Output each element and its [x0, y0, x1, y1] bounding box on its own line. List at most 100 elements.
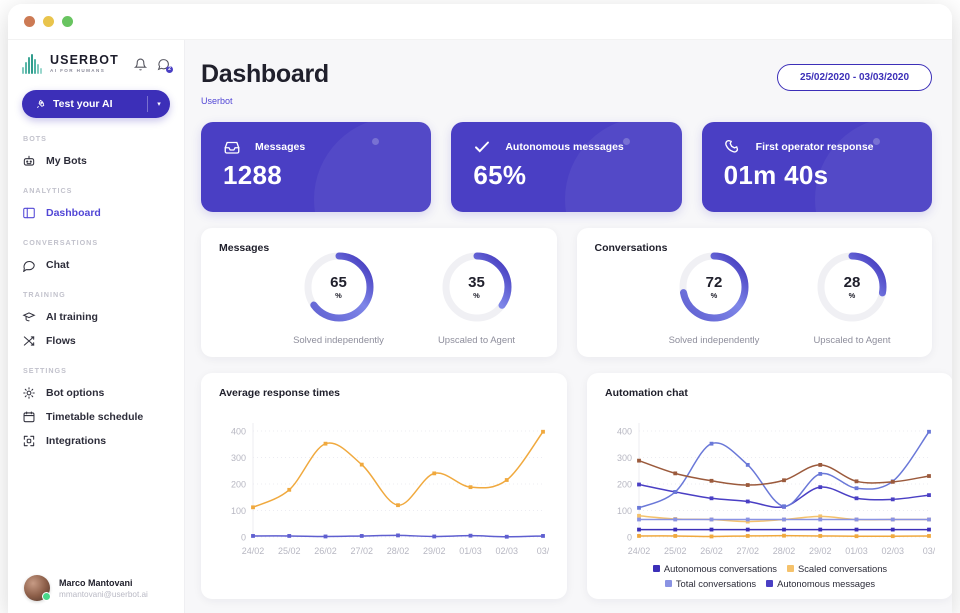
- sidebar-item-label: AI training: [46, 311, 98, 323]
- calendar-icon: [22, 410, 36, 424]
- svg-text:24/02: 24/02: [242, 546, 265, 556]
- sidebar-item-dashboard[interactable]: Dashboard: [22, 202, 170, 224]
- sidebar-item-my-bots[interactable]: My Bots: [22, 150, 170, 172]
- app-root: USERBOT AI FOR HUMANS 2 Test your AI ▾ B…: [0, 0, 960, 613]
- sidebar-item-chat[interactable]: Chat: [22, 254, 170, 276]
- svg-text:26/02: 26/02: [700, 546, 723, 556]
- svg-text:01/03: 01/03: [459, 546, 482, 556]
- chat-icon[interactable]: 2: [157, 58, 173, 73]
- svg-text:27/02: 27/02: [350, 546, 373, 556]
- stat-card-first-operator-response: First operator response 01m 40s: [701, 122, 932, 212]
- donut-group: 65% Solved independently 35% Upscaled to Ag…: [219, 250, 539, 347]
- chart-card-average-response-times: Average response times 0 100 200 300 400 24/02…: [201, 373, 567, 599]
- donut-card-conversations: Conversations 72% Solved independently 28% U…: [576, 228, 932, 357]
- donut-value: 72: [705, 273, 723, 291]
- svg-text:100: 100: [617, 506, 632, 516]
- donut-caption: Solved independently: [668, 335, 760, 346]
- donut-caption: Upscaled to Agent: [437, 335, 516, 346]
- chevron-down-icon[interactable]: ▾: [148, 100, 170, 108]
- phone-icon: [724, 138, 742, 156]
- user-profile[interactable]: Marco Mantovani mmantovani@userbot.ai: [8, 575, 185, 601]
- profile-name: Marco Mantovani: [59, 577, 133, 588]
- test-your-ai-label: Test your AI: [53, 98, 113, 110]
- stat-card-label: First operator response: [755, 141, 874, 153]
- legend-item[interactable]: Autonomous conversations: [652, 563, 777, 574]
- page-header-left: Dashboard Userbot: [201, 60, 329, 106]
- sidebar: USERBOT AI FOR HUMANS 2 Test your AI ▾ B…: [8, 40, 185, 613]
- donut-chart: 72%: [677, 250, 751, 324]
- donut-card-messages: Messages 65% Solved independently 35% Upscal…: [201, 228, 557, 357]
- avatar: [24, 575, 51, 601]
- donut-chart: 65%: [302, 250, 376, 324]
- robot-icon: [22, 154, 36, 168]
- chat-badge: 2: [166, 65, 173, 73]
- donut-caption: Upscaled to Agent: [813, 335, 891, 346]
- legend-item[interactable]: Scaled conversations: [786, 563, 887, 574]
- legend-label: Autonomous messages: [777, 578, 876, 589]
- chart-card-row: Average response times 0 100 200 300 400 24/02…: [201, 373, 952, 599]
- window-minimize-button[interactable]: [43, 16, 54, 27]
- stat-card-messages: Messages 1288: [201, 122, 432, 212]
- sidebar-item-label: Dashboard: [46, 207, 101, 219]
- donut-caption: Solved independently: [293, 335, 384, 346]
- graduation-cap-icon: [22, 310, 36, 324]
- check-icon: [473, 138, 491, 156]
- chart-plot: 0 100 200 300 400 24/02 25/02 26/02 27/02 28/02 29…: [605, 411, 935, 561]
- browser-window: USERBOT AI FOR HUMANS 2 Test your AI ▾ B…: [8, 4, 952, 613]
- svg-text:25/02: 25/02: [278, 546, 301, 556]
- donut-chart: 35%: [440, 250, 514, 324]
- donut-group: 72% Solved independently 28% Upscaled to Ag…: [595, 250, 915, 347]
- stat-card-label: Autonomous messages: [505, 141, 624, 153]
- app-body: USERBOT AI FOR HUMANS 2 Test your AI ▾ B…: [8, 40, 952, 613]
- svg-text:02/03: 02/03: [881, 546, 904, 556]
- svg-text:26/02: 26/02: [314, 546, 337, 556]
- userbot-logo-icon: [22, 54, 44, 74]
- sidebar-item-integrations[interactable]: Integrations: [22, 430, 170, 452]
- window-maximize-button[interactable]: [62, 16, 73, 27]
- sidebar-item-bot-options[interactable]: Bot options: [22, 382, 170, 404]
- sidebar-nav: BOTS My Bots ANALYTICS Dashboard CONVERSATIO…: [8, 134, 184, 452]
- donut-unit: %: [473, 290, 480, 300]
- brand-name: USERBOT: [50, 53, 119, 68]
- chart-plot: 0 100 200 300 400 24/02 25/02 26/02 27/02 28/02 29…: [219, 411, 549, 561]
- donut-item: 65% Solved independently: [283, 250, 395, 347]
- svg-text:300: 300: [617, 453, 632, 463]
- legend-swatch: [652, 565, 660, 572]
- sidebar-header-icons: 2: [134, 58, 173, 73]
- stat-card-top: Messages: [223, 138, 431, 156]
- sidebar-item-flows[interactable]: Flows: [22, 330, 170, 352]
- donut-value: 28: [843, 273, 861, 291]
- donut-value: 35: [468, 273, 485, 291]
- stat-cards: Messages 1288 Autonomous messages 65% First …: [201, 122, 932, 212]
- donut-item: 35% Upscaled to Agent: [421, 250, 533, 347]
- bell-icon[interactable]: [134, 58, 147, 71]
- main-content: Dashboard Userbot 25/02/2020 - 03/03/202…: [185, 40, 952, 613]
- test-your-ai-button[interactable]: Test your AI ▾: [22, 90, 170, 118]
- svg-text:28/02: 28/02: [773, 546, 796, 556]
- card-title: Automation chat: [605, 387, 688, 399]
- window-close-button[interactable]: [24, 16, 35, 27]
- date-range-picker[interactable]: 25/02/2020 - 03/03/2020: [777, 64, 932, 91]
- page-title: Dashboard: [201, 60, 329, 88]
- svg-text:29/02: 29/02: [809, 546, 832, 556]
- svg-text:25/02: 25/02: [664, 546, 687, 556]
- sidebar-item-timetable-schedule[interactable]: Timetable schedule: [22, 406, 170, 428]
- profile-text: Marco Mantovani mmantovani@userbot.ai: [59, 577, 148, 600]
- sidebar-item-ai-training[interactable]: AI training: [22, 306, 170, 328]
- rocket-icon: [35, 99, 46, 110]
- sidebar-item-label: Integrations: [46, 435, 107, 447]
- legend-item[interactable]: Autonomous messages: [766, 578, 875, 589]
- donut-value: 65: [330, 273, 347, 291]
- legend-item[interactable]: Total conversations: [664, 578, 756, 589]
- nav-caption-settings: SETTINGS: [23, 366, 67, 375]
- sidebar-item-label: Bot options: [46, 387, 105, 399]
- chart-card-automation-chat: Automation chat 0 100 200 300 400 24/02 25/02 26…: [587, 373, 952, 599]
- svg-text:27/02: 27/02: [736, 546, 759, 556]
- svg-text:28/02: 28/02: [387, 546, 410, 556]
- svg-text:400: 400: [231, 426, 246, 436]
- legend-swatch: [664, 580, 672, 587]
- donut-item: 72% Solved independently: [658, 250, 770, 347]
- breadcrumb[interactable]: Userbot: [201, 96, 329, 106]
- donut-center: 28%: [815, 250, 889, 324]
- svg-text:24/02: 24/02: [628, 546, 651, 556]
